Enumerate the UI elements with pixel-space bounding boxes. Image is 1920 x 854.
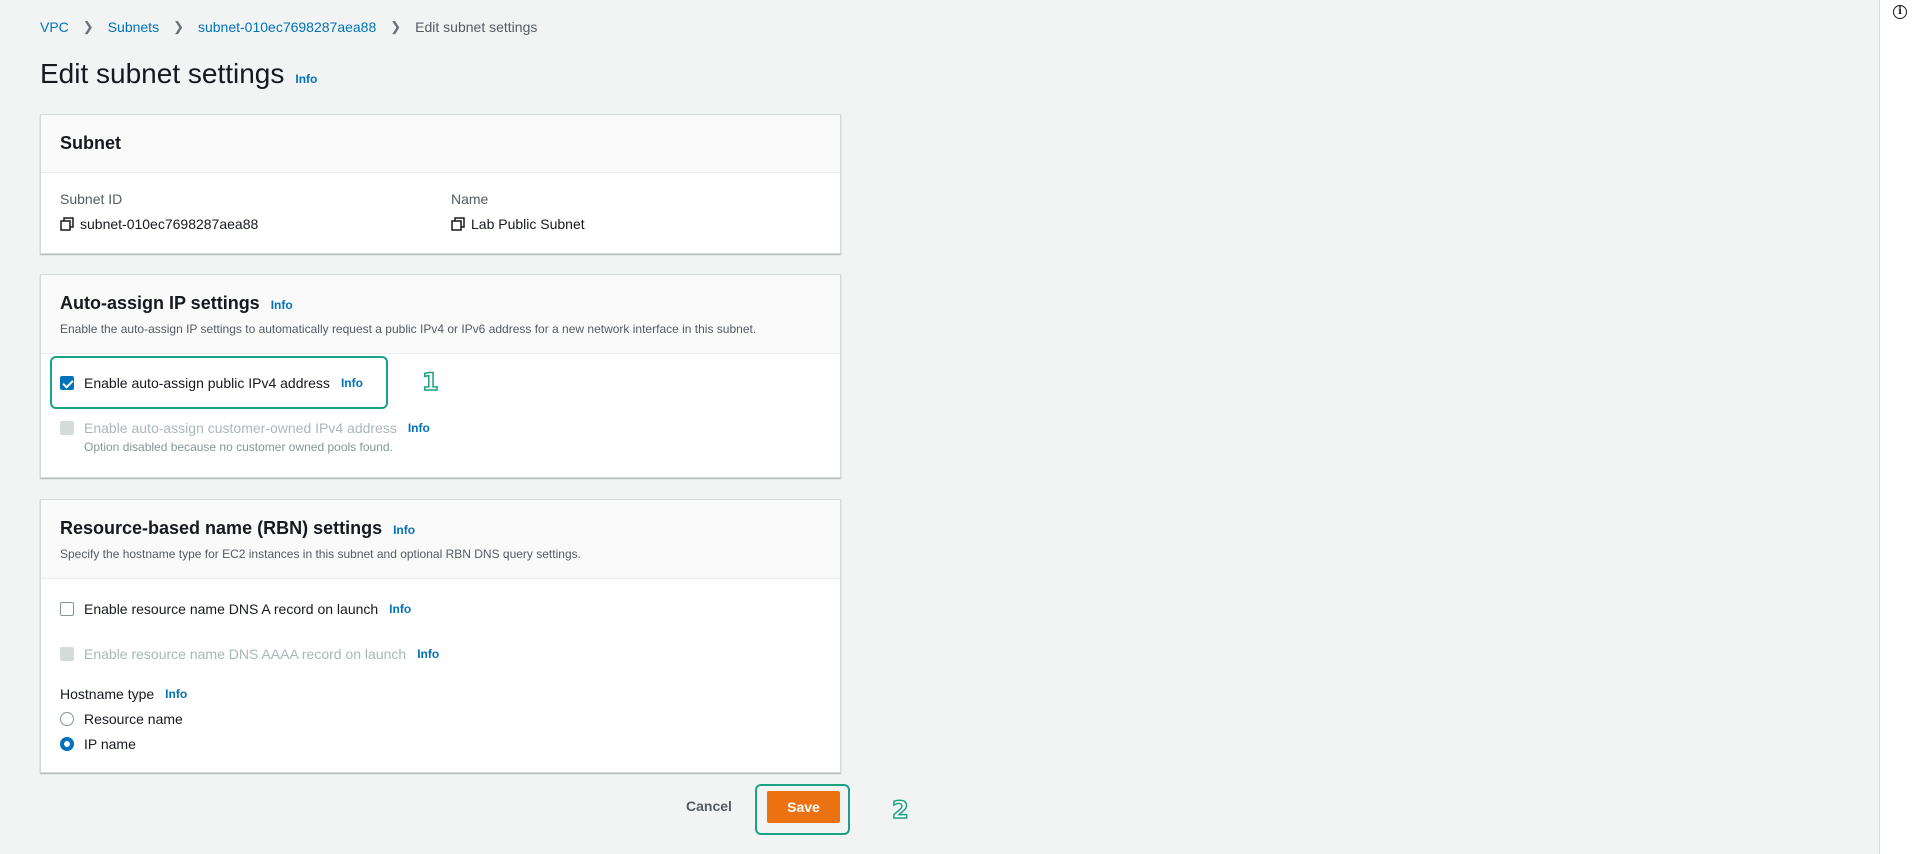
- chevron-right-icon: ❯: [82, 19, 94, 34]
- dns-a-option[interactable]: Enable resource name DNS A record on lau…: [60, 601, 411, 617]
- chevron-right-icon: ❯: [173, 19, 184, 34]
- dns-a-label: Enable resource name DNS A record on lau…: [84, 601, 379, 617]
- name-text: Lab Public Subnet: [471, 216, 585, 232]
- customer-owned-option: Enable auto-assign customer-owned IPv4 a…: [60, 420, 430, 436]
- customer-owned-label: Enable auto-assign customer-owned IPv4 a…: [84, 420, 397, 436]
- auto-assign-info-link[interactable]: Info: [271, 298, 293, 312]
- page-title-text: Edit subnet settings: [40, 58, 285, 89]
- breadcrumb-current: Edit subnet settings: [415, 19, 538, 35]
- auto-assign-title-text: Auto-assign IP settings: [60, 293, 260, 313]
- subnet-id-label: Subnet ID: [60, 191, 123, 207]
- auto-assign-panel-header: Auto-assign IP settings Info Enable the …: [41, 275, 840, 354]
- rbn-panel-title: Resource-based name (RBN) settings Info: [60, 518, 821, 539]
- hostname-type-info-link[interactable]: Info: [165, 687, 187, 701]
- breadcrumb-subnet-id[interactable]: subnet-010ec7698287aea88: [198, 19, 376, 35]
- subnet-panel-title: Subnet: [60, 133, 121, 153]
- name-value: Lab Public Subnet: [451, 216, 585, 232]
- name-label: Name: [451, 191, 489, 207]
- dns-a-info-link[interactable]: Info: [389, 602, 411, 616]
- rbn-description: Specify the hostname type for EC2 instan…: [60, 547, 581, 561]
- hostname-resource-name-option[interactable]: Resource name: [60, 711, 183, 727]
- breadcrumb-subnets[interactable]: Subnets: [108, 19, 159, 35]
- page-title: Edit subnet settings Info: [40, 58, 317, 90]
- ip-name-label: IP name: [84, 736, 136, 752]
- subnet-id-field: Subnet ID subnet-010ec7698287aea88: [60, 191, 258, 232]
- rbn-info-link[interactable]: Info: [393, 523, 415, 537]
- cancel-button[interactable]: Cancel: [686, 798, 732, 814]
- breadcrumb: VPC ❯ Subnets ❯ subnet-010ec7698287aea88…: [40, 19, 537, 35]
- dns-aaaa-checkbox: [60, 647, 74, 661]
- hostname-ip-name-option[interactable]: IP name: [60, 736, 136, 752]
- customer-owned-note: Option disabled because no customer owne…: [84, 440, 393, 454]
- ip-name-radio[interactable]: [60, 737, 74, 751]
- dns-aaaa-option: Enable resource name DNS AAAA record on …: [60, 646, 439, 662]
- customer-owned-info-link[interactable]: Info: [408, 421, 430, 435]
- rbn-title-text: Resource-based name (RBN) settings: [60, 518, 383, 538]
- resource-name-radio[interactable]: [60, 712, 74, 726]
- copy-icon[interactable]: [60, 217, 74, 231]
- help-panel-rail: [1879, 0, 1920, 854]
- step2-number: 2: [891, 795, 909, 825]
- auto-assign-panel-title: Auto-assign IP settings Info: [60, 293, 821, 314]
- chevron-right-icon: ❯: [390, 19, 402, 34]
- subnet-id-value: subnet-010ec7698287aea88: [60, 216, 258, 232]
- rbn-panel: Resource-based name (RBN) settings Info …: [40, 499, 841, 773]
- step1-number: 1: [421, 367, 439, 397]
- auto-assign-description: Enable the auto-assign IP settings to au…: [60, 322, 757, 336]
- step2-highlight: [755, 784, 850, 835]
- step1-highlight: [50, 356, 388, 409]
- dns-aaaa-label: Enable resource name DNS AAAA record on …: [84, 646, 407, 662]
- dns-a-checkbox[interactable]: [60, 602, 74, 616]
- page-info-link[interactable]: Info: [295, 72, 317, 86]
- breadcrumb-vpc[interactable]: VPC: [40, 19, 69, 35]
- copy-icon[interactable]: [451, 217, 465, 231]
- subnet-id-text: subnet-010ec7698287aea88: [80, 216, 259, 232]
- name-field: Name Lab Public Subnet: [451, 191, 585, 232]
- hostname-type-label: Hostname type: [60, 686, 155, 702]
- dns-aaaa-info-link[interactable]: Info: [417, 647, 439, 661]
- resource-name-label: Resource name: [84, 711, 183, 727]
- rbn-panel-header: Resource-based name (RBN) settings Info …: [41, 500, 840, 579]
- hostname-type-label-row: Hostname type Info: [60, 686, 187, 702]
- info-icon[interactable]: i: [1893, 5, 1907, 19]
- subnet-panel-header: Subnet: [41, 115, 840, 173]
- subnet-panel: Subnet Subnet ID subnet-010ec7698287aea8…: [40, 114, 841, 254]
- customer-owned-checkbox: [60, 421, 74, 435]
